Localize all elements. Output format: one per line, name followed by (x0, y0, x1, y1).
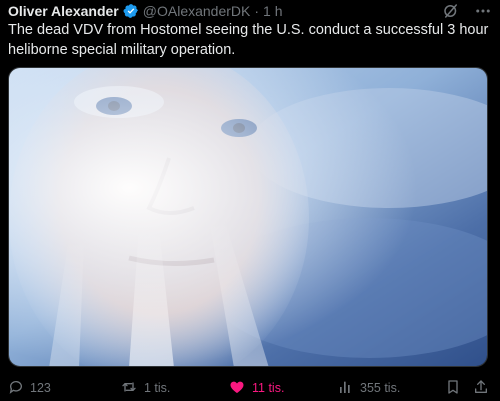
reply-icon (8, 379, 24, 398)
share-button[interactable] (473, 378, 489, 398)
bookmark-button[interactable] (445, 378, 461, 398)
header-actions (442, 2, 492, 20)
share-icon (473, 378, 489, 399)
views-count: 355 tis. (360, 381, 401, 395)
retweet-icon (120, 379, 138, 398)
more-icon[interactable] (474, 2, 492, 20)
tweet-media-image[interactable] (8, 67, 488, 367)
separator-dot: · (254, 3, 260, 19)
retweet-count: 1 tis. (144, 381, 171, 395)
grok-icon[interactable] (442, 2, 460, 20)
like-count: 11 tis. (252, 381, 285, 395)
like-button[interactable]: 11 tis. (228, 378, 284, 398)
views-icon (338, 379, 354, 398)
timestamp[interactable]: 1 h (263, 3, 282, 19)
retweet-button[interactable]: 1 tis. (120, 378, 170, 398)
reply-button[interactable]: 123 (8, 378, 51, 398)
tweet-header: Oliver Alexander @OAlexanderDK · 1 h (8, 2, 492, 20)
bookmark-icon (445, 378, 461, 399)
tweet-text: The dead VDV from Hostomel seeing the U.… (8, 22, 489, 58)
tweet-actions: 123 1 tis. 11 tis. 355 tis. (8, 378, 492, 398)
reply-count: 123 (30, 381, 51, 395)
like-icon (228, 379, 246, 398)
views-button[interactable]: 355 tis. (338, 378, 400, 398)
verified-badge-icon (123, 3, 139, 19)
author-name[interactable]: Oliver Alexander (8, 3, 119, 19)
author-handle[interactable]: @OAlexanderDK (143, 3, 251, 19)
